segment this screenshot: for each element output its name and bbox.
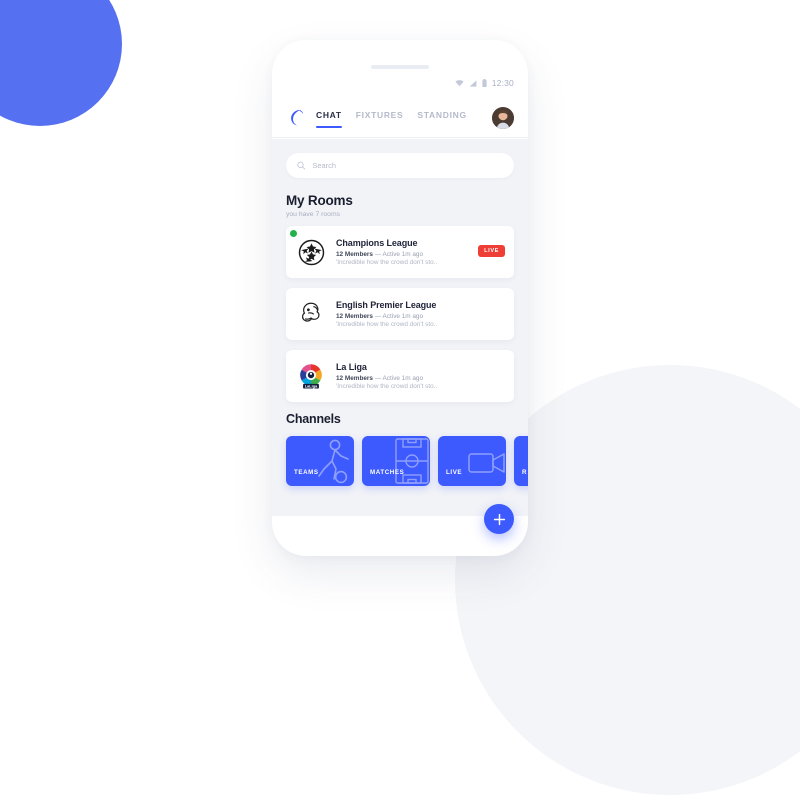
room-members: 12 Members (336, 250, 373, 258)
crescent-logo-icon[interactable] (286, 108, 306, 128)
battery-icon (482, 79, 487, 87)
room-name: La Liga (336, 362, 367, 372)
channel-card-partial[interactable]: R (514, 436, 528, 486)
room-name: English Premier League (336, 300, 437, 310)
add-button[interactable] (484, 504, 514, 534)
plus-icon (493, 513, 505, 525)
channel-card-live[interactable]: LIVE (438, 436, 506, 486)
svg-text:LaLiga: LaLiga (305, 383, 318, 388)
nav-tabs: CHAT FIXTURES STANDING (316, 107, 492, 128)
video-camera-icon (468, 453, 505, 473)
room-meta: 12 Members — Active 1m ago (336, 313, 504, 320)
online-status-dot (290, 230, 297, 237)
room-meta-separator: — (372, 374, 383, 382)
wifi-icon (455, 79, 464, 86)
page-title: My Rooms (286, 193, 353, 208)
champions-league-logo (296, 237, 326, 267)
room-card-la-liga[interactable]: LaLiga La Liga 12 Members — Active 1m ag… (286, 350, 514, 402)
channels-title: Channels (286, 412, 341, 426)
rooms-count-label: you have 7 rooms (286, 211, 341, 218)
room-activity: Active 1m ago (382, 312, 424, 320)
room-meta-separator: — (372, 250, 383, 258)
room-snippet: 'Incredible how the crowd don't sto.. (336, 383, 438, 390)
status-bar: 12:30 (455, 78, 514, 88)
room-members: 12 Members (336, 374, 373, 382)
soccer-player-icon (318, 439, 349, 484)
avatar[interactable] (492, 106, 514, 129)
search-icon (297, 161, 306, 170)
channel-label: LIVE (446, 469, 463, 476)
tab-fixtures[interactable]: FIXTURES (356, 107, 404, 128)
room-snippet: 'Incredible how the crowd don't sto.. (336, 321, 438, 328)
app-screen: My Rooms you have 7 rooms Cha (272, 139, 528, 516)
room-card-champions-league[interactable]: Champions League 12 Members — Active 1m … (286, 226, 514, 278)
room-activity: Active 1m ago (382, 374, 424, 382)
app-navbar: CHAT FIXTURES STANDING (272, 98, 528, 138)
signal-icon (469, 79, 477, 87)
channel-label: MATCHES (370, 469, 405, 476)
channels-row: TEAMS MATCHES LIVE R (286, 436, 528, 486)
search-input[interactable] (312, 161, 503, 170)
decorative-circle-blue (0, 0, 122, 126)
la-liga-logo: LaLiga (296, 361, 326, 391)
tab-standing[interactable]: STANDING (417, 107, 466, 128)
channel-label: TEAMS (294, 469, 319, 476)
room-activity: Active 1m ago (382, 250, 424, 258)
room-info: English Premier League 12 Members — Acti… (336, 300, 504, 328)
premier-league-logo (296, 299, 326, 329)
status-badge-live: LIVE (478, 245, 505, 257)
phone-speaker-slot (371, 65, 429, 69)
room-snippet: 'Incredible how the crowd don't sto.. (336, 259, 438, 266)
status-time: 12:30 (491, 78, 514, 88)
room-members: 12 Members (336, 312, 373, 320)
search-bar[interactable] (286, 153, 514, 178)
rooms-list: Champions League 12 Members — Active 1m … (286, 226, 514, 402)
room-meta: 12 Members — Active 1m ago (336, 375, 504, 382)
room-info: La Liga 12 Members — Active 1m ago 'Incr… (336, 362, 504, 390)
room-meta-separator: — (372, 312, 383, 320)
pitch-icon (395, 438, 429, 484)
channel-label: R (522, 469, 528, 476)
phone-mockup: 12:30 CHAT FIXTURES STANDING Search My R… (272, 40, 528, 556)
tab-chat[interactable]: CHAT (316, 107, 342, 128)
room-card-english-premier-league[interactable]: English Premier League 12 Members — Acti… (286, 288, 514, 340)
channel-card-matches[interactable]: MATCHES (362, 436, 430, 486)
channel-card-teams[interactable]: TEAMS (286, 436, 354, 486)
